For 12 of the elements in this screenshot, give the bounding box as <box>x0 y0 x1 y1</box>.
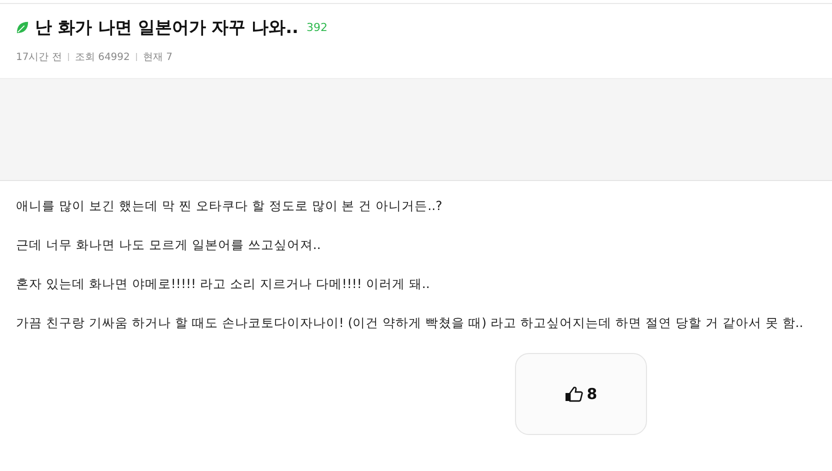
post-paragraph: 애니를 많이 보긴 했는데 막 찐 오타쿠다 할 정도로 많이 본 건 아니거든..? <box>16 197 444 215</box>
like-button[interactable]: 8 <box>515 353 647 435</box>
leaf-icon <box>16 20 29 34</box>
post-title: 난 화가 나면 일본어가 자꾸 나와.. <box>35 16 299 38</box>
post-paragraph: 혼자 있는데 화나면 야메로!!!!! 라고 소리 지르거나 다메!!!! 이러게 돼.. <box>16 275 431 293</box>
post-paragraph: 근데 너무 화나면 나도 모르게 일본어를 쓰고싶어져.. <box>16 236 322 254</box>
comment-count: 392 <box>306 20 328 34</box>
post-meta: 조회 64992 <box>74 51 130 64</box>
post-paragraph: 가끔 친구랑 기싸움 하거나 할 때도 손나코토다이자나이! (이건 약하게 빡쳤을 때) 라고 하고싶어지는데 하면 절연 당할 거 같아서 못 함.. <box>16 314 804 332</box>
post-meta: 17시간 전 <box>16 51 62 64</box>
thumbs-up-icon <box>564 386 583 402</box>
post-meta: 현재 7 <box>142 51 172 64</box>
